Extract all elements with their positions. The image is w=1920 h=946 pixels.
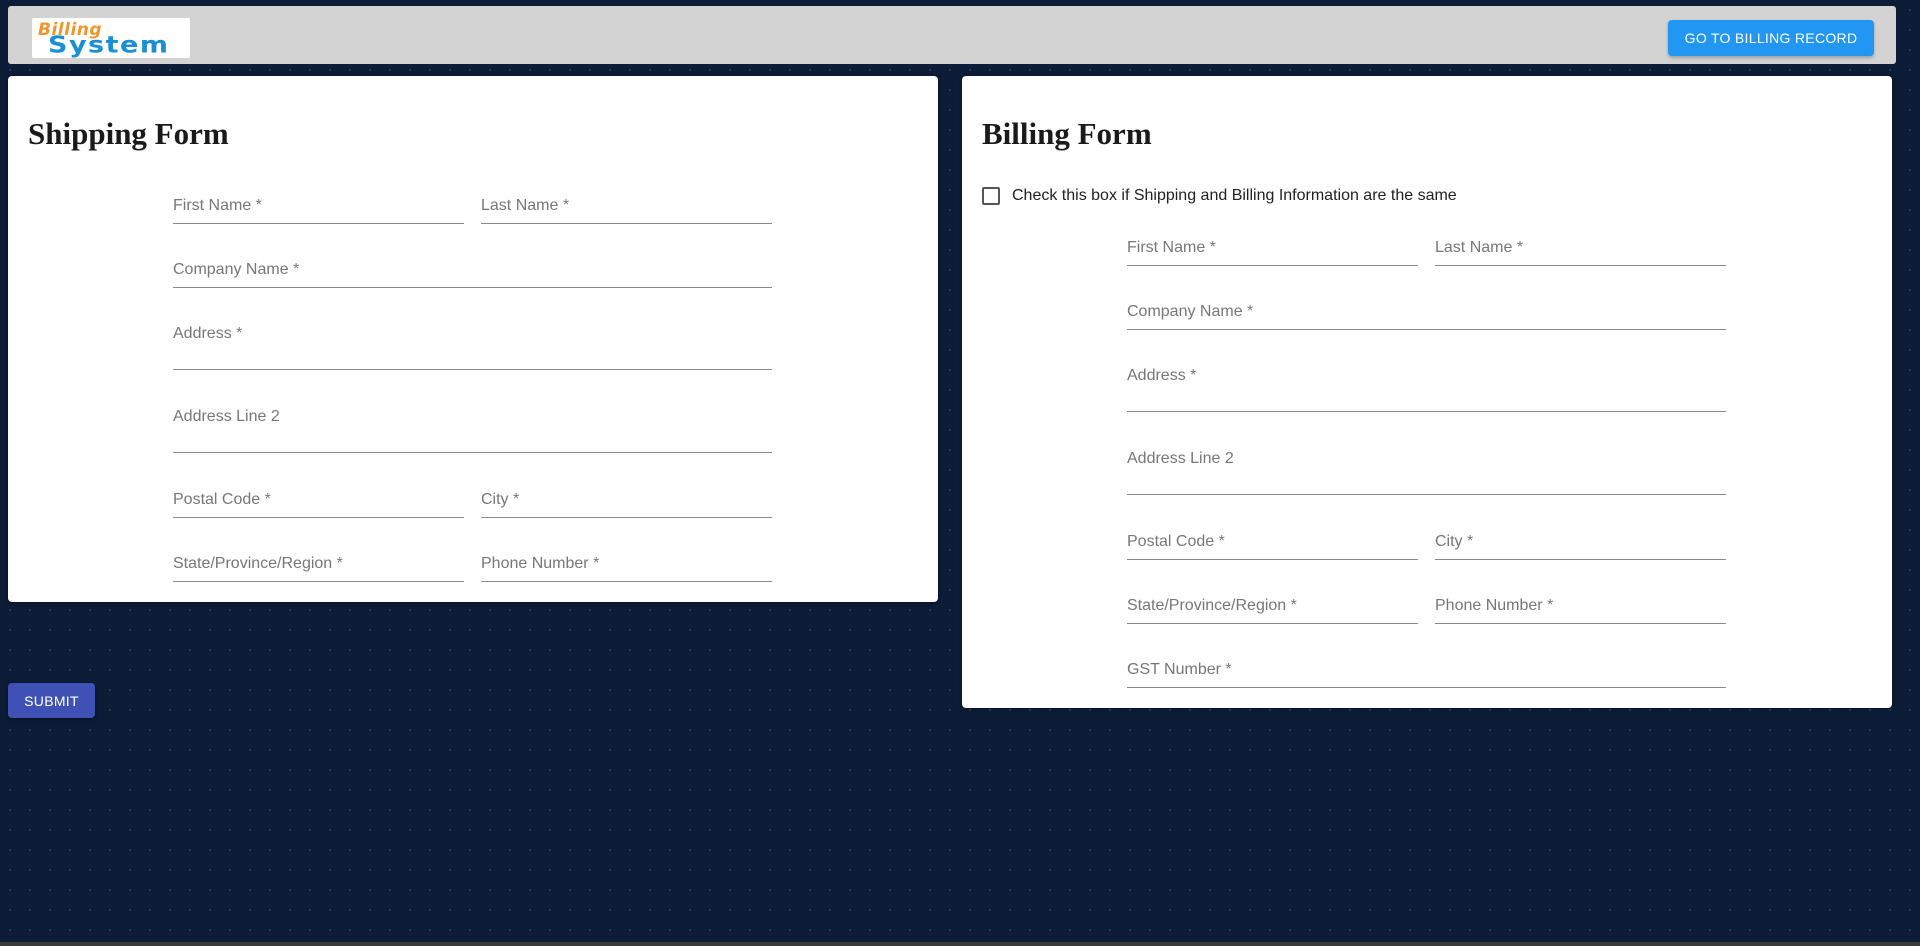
- billing-postal-code-field[interactable]: Postal Code *: [1127, 533, 1418, 560]
- shipping-postal-code-field[interactable]: Postal Code *: [173, 491, 464, 518]
- shipping-last-name-input[interactable]: [481, 203, 772, 221]
- billing-city-input[interactable]: [1435, 539, 1726, 557]
- shipping-form-card: Shipping Form First Name * Last Name * C…: [8, 76, 938, 602]
- billing-company-name-field[interactable]: Company Name *: [1127, 303, 1726, 330]
- billing-state-input[interactable]: [1127, 603, 1418, 621]
- billing-address-field[interactable]: Address *: [1127, 367, 1726, 412]
- billing-address-line-2-input[interactable]: [1127, 474, 1726, 492]
- shipping-company-name-input[interactable]: [173, 267, 772, 285]
- shipping-last-name-field[interactable]: Last Name *: [481, 197, 772, 224]
- shipping-city-input[interactable]: [481, 497, 772, 515]
- billing-first-name-input[interactable]: [1127, 245, 1418, 263]
- billing-first-name-field[interactable]: First Name *: [1127, 239, 1418, 266]
- billing-gst-number-input[interactable]: [1127, 667, 1726, 685]
- billing-postal-code-input[interactable]: [1127, 539, 1418, 557]
- same-info-checkbox-label[interactable]: Check this box if Shipping and Billing I…: [1012, 187, 1457, 205]
- same-info-checkbox-row[interactable]: Check this box if Shipping and Billing I…: [982, 187, 1457, 205]
- shipping-form-title: Shipping Form: [28, 116, 229, 151]
- shipping-state-input[interactable]: [173, 561, 464, 579]
- shipping-first-name-field[interactable]: First Name *: [173, 197, 464, 224]
- shipping-address-line-2-field[interactable]: Address Line 2: [173, 408, 772, 453]
- shipping-address-field[interactable]: Address *: [173, 325, 772, 370]
- billing-address-line-2-label: Address Line 2: [1127, 450, 1234, 467]
- billing-address-line-2-field[interactable]: Address Line 2: [1127, 450, 1726, 495]
- billing-form-card: Billing Form Check this box if Shipping …: [962, 76, 1892, 708]
- shipping-postal-code-input[interactable]: [173, 497, 464, 515]
- app-header: Billing System GO TO BILLING RECORD: [8, 6, 1896, 64]
- billing-gst-number-field[interactable]: GST Number *: [1127, 661, 1726, 688]
- billing-form-title: Billing Form: [982, 116, 1152, 151]
- same-info-checkbox[interactable]: [982, 187, 1000, 205]
- shipping-address-line-2-label: Address Line 2: [173, 408, 280, 425]
- billing-system-logo[interactable]: Billing System: [32, 18, 190, 58]
- shipping-address-line-2-input[interactable]: [173, 432, 772, 450]
- billing-last-name-input[interactable]: [1435, 245, 1726, 263]
- shipping-state-field[interactable]: State/Province/Region *: [173, 555, 464, 582]
- billing-phone-input[interactable]: [1435, 603, 1726, 621]
- billing-address-label: Address *: [1127, 367, 1197, 384]
- billing-city-field[interactable]: City *: [1435, 533, 1726, 560]
- billing-address-input[interactable]: [1127, 391, 1726, 409]
- billing-last-name-field[interactable]: Last Name *: [1435, 239, 1726, 266]
- go-to-billing-record-button[interactable]: GO TO BILLING RECORD: [1668, 20, 1874, 56]
- billing-company-name-input[interactable]: [1127, 309, 1726, 327]
- submit-button[interactable]: SUBMIT: [8, 683, 95, 718]
- shipping-address-label: Address *: [173, 325, 243, 342]
- billing-phone-field[interactable]: Phone Number *: [1435, 597, 1726, 624]
- shipping-address-input[interactable]: [173, 349, 772, 367]
- shipping-phone-field[interactable]: Phone Number *: [481, 555, 772, 582]
- shipping-first-name-input[interactable]: [173, 203, 464, 221]
- shipping-phone-input[interactable]: [481, 561, 772, 579]
- shipping-city-field[interactable]: City *: [481, 491, 772, 518]
- billing-state-field[interactable]: State/Province/Region *: [1127, 597, 1418, 624]
- shipping-company-name-field[interactable]: Company Name *: [173, 261, 772, 288]
- logo-text-system: System: [48, 32, 170, 58]
- bottom-strip: [0, 942, 1920, 946]
